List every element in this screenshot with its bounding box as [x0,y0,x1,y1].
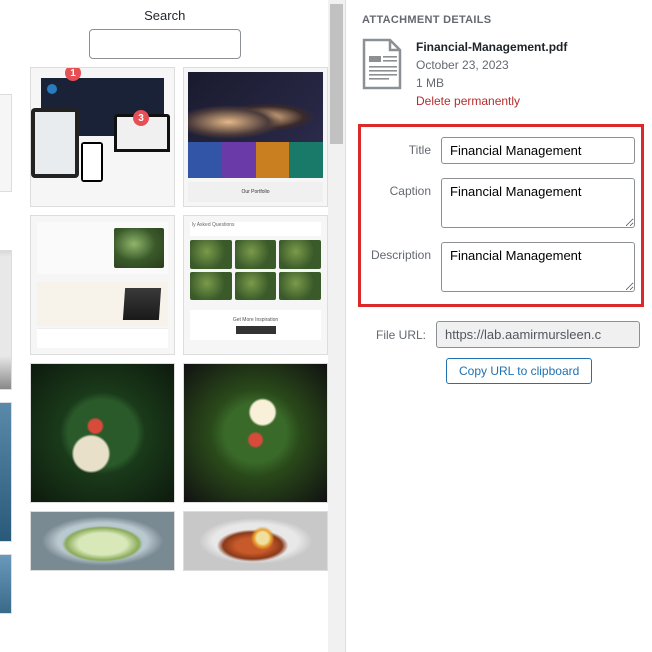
file-size: 1 MB [416,74,567,92]
file-url-label: File URL: [362,328,436,342]
file-url-input[interactable] [436,321,640,348]
delete-permanently-link[interactable]: Delete permanently [416,92,567,110]
thumbnail-caption: ly Asked Questions [190,222,321,236]
media-thumbnail[interactable] [183,511,328,571]
media-thumbnail[interactable]: ly Asked Questions Get More Inspiration [183,215,328,355]
media-thumbnail[interactable]: Our Portfolio [183,67,328,207]
description-label: Description [367,242,441,262]
media-library-panel: Search 1 3 Our Portfolio [0,0,329,652]
media-thumbnail[interactable] [30,363,175,503]
search-label: Search [0,8,329,23]
panel-heading: ATTACHMENT DETAILS [362,14,640,26]
media-thumbnail[interactable] [183,363,328,503]
description-input[interactable] [441,242,635,292]
caption-label: Caption [367,178,441,198]
file-date: October 23, 2023 [416,56,567,74]
media-thumbnail[interactable] [30,511,175,571]
file-name: Financial-Management.pdf [416,38,567,56]
search-input[interactable] [89,29,241,59]
media-thumbnail[interactable] [0,94,12,192]
caption-input[interactable] [441,178,635,228]
media-thumbnail[interactable] [0,402,12,542]
media-thumbnail[interactable]: 1 3 [30,67,175,207]
notification-badge: 3 [133,110,149,126]
document-icon [362,38,404,90]
media-thumbnail[interactable] [0,250,12,390]
attachment-details-panel: ATTACHMENT DETAILS Financial-Management.… [345,0,652,652]
scrollbar-thumb[interactable] [330,4,343,144]
thumbnail-caption: Our Portfolio [188,182,323,202]
media-thumbnail[interactable] [0,554,12,614]
thumbnail-caption: Get More Inspiration [233,317,278,323]
media-thumbnail[interactable] [30,215,175,355]
title-label: Title [367,137,441,157]
media-scrollbar[interactable] [328,0,345,652]
title-input[interactable] [441,137,635,164]
copy-url-button[interactable]: Copy URL to clipboard [446,358,592,384]
highlighted-fields-box: Title Caption Description [358,124,644,307]
